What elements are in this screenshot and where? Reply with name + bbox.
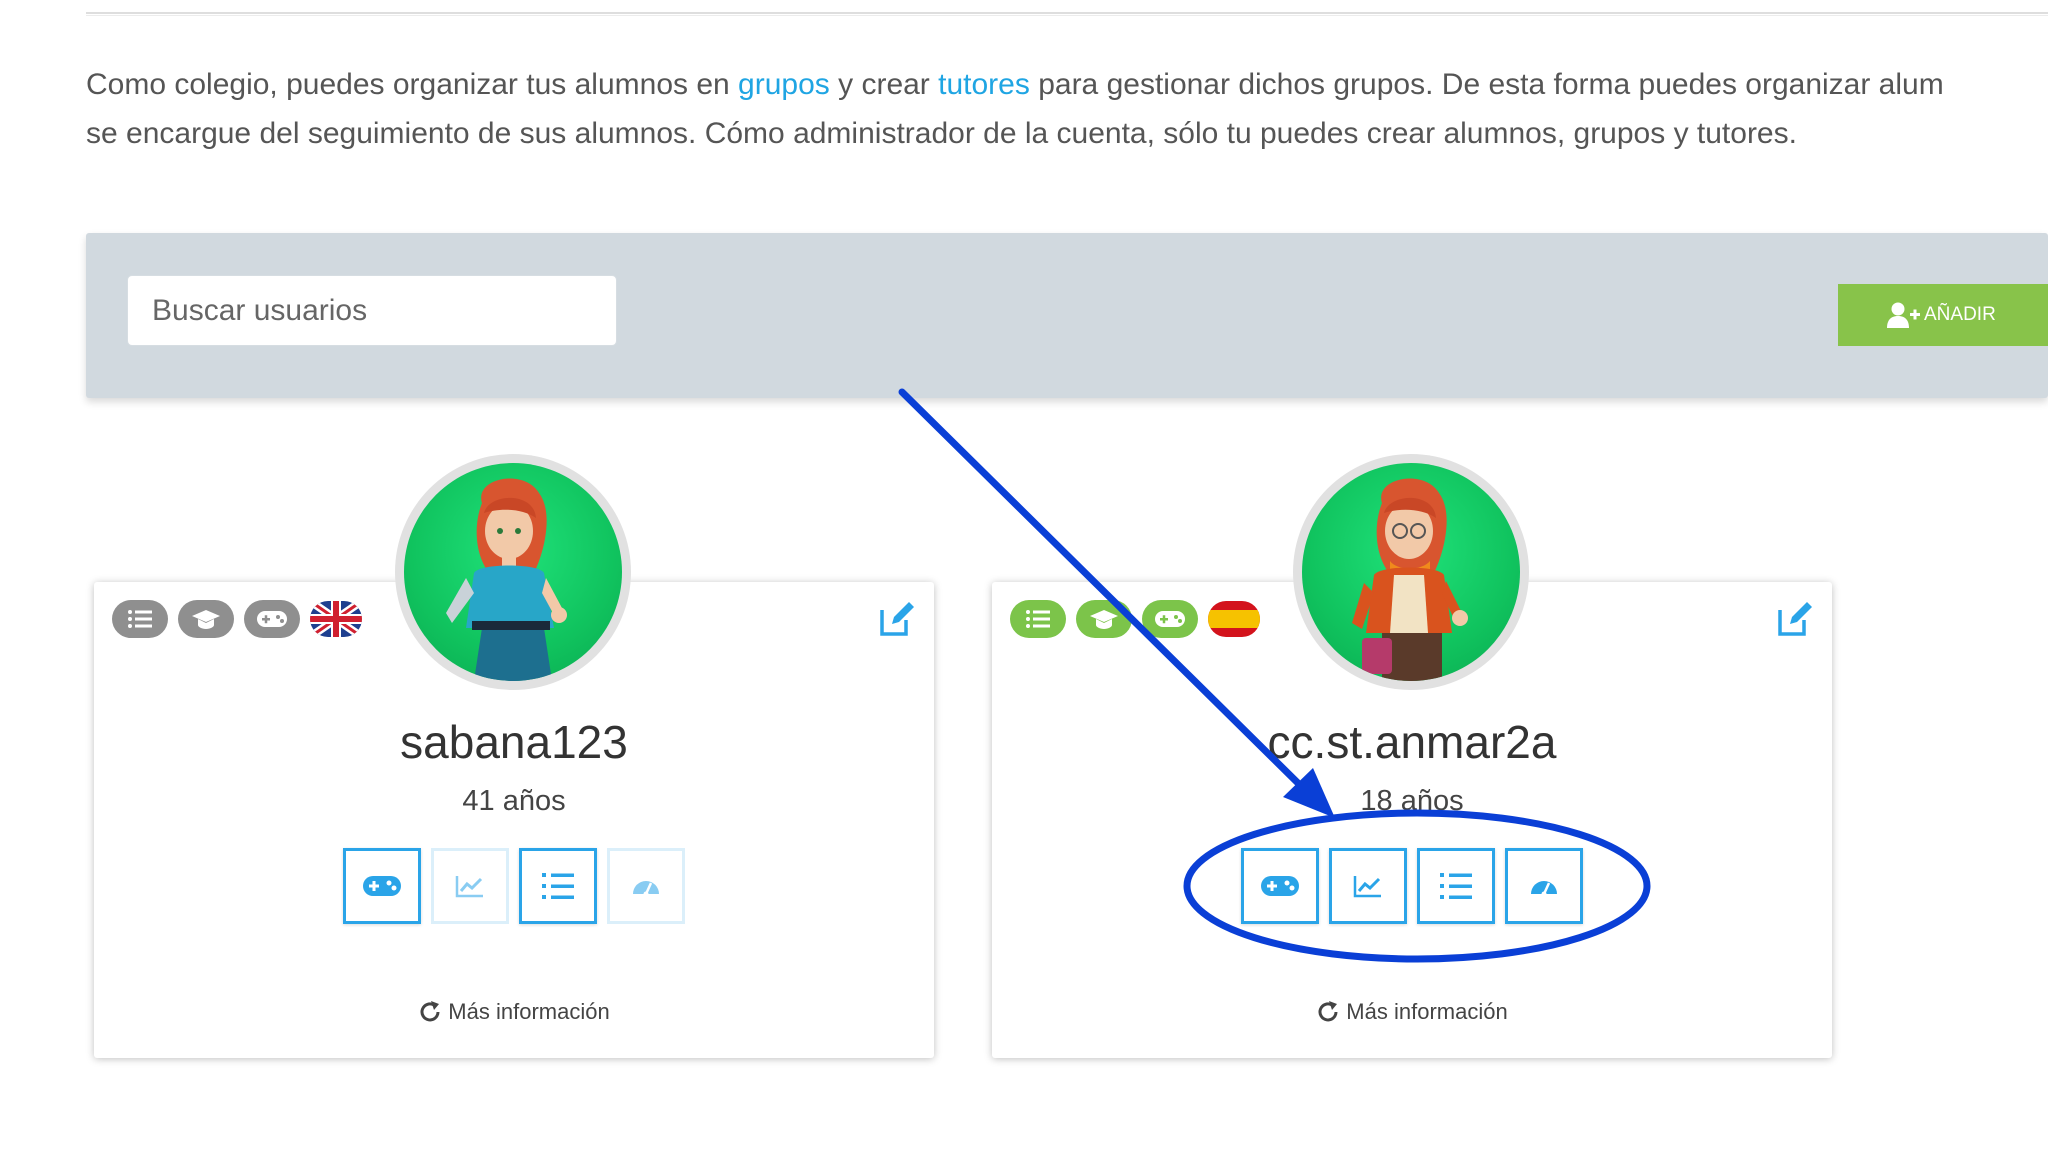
graduation-cap-icon (1090, 610, 1118, 629)
graduation-cap-icon (192, 610, 220, 629)
results-list-button[interactable] (1417, 848, 1495, 924)
edit-icon[interactable] (878, 600, 916, 638)
ordered-list-icon (1440, 873, 1472, 899)
gamepad-icon (1261, 876, 1299, 896)
progress-chart-button[interactable] (1329, 848, 1407, 924)
user-actions (94, 848, 934, 924)
user-badges (1010, 600, 1260, 638)
graduation-badge (178, 600, 234, 638)
gamepad-icon (1155, 611, 1185, 627)
user-age: 41 años (462, 785, 566, 817)
user-card: cc.st.anmar2a 18 años Más información (992, 454, 1832, 1058)
spain-flag-icon (1208, 601, 1260, 637)
list-badge (1010, 600, 1066, 638)
gamepad-icon (363, 876, 401, 896)
line-chart-icon (455, 876, 483, 898)
uk-flag-icon (310, 601, 362, 637)
avatar (395, 454, 631, 690)
username: sabana123 (400, 716, 628, 768)
intro-text: Como colegio, puedes organizar tus alumn… (86, 60, 2048, 158)
avatar (1293, 454, 1529, 690)
more-info-label: Más información (448, 999, 610, 1024)
results-list-button[interactable] (519, 848, 597, 924)
game-badge (244, 600, 300, 638)
character-avatar-image (1352, 478, 1468, 681)
add-user-label: AÑADIR (1924, 304, 1996, 325)
line-chart-icon (1353, 876, 1381, 898)
gamepad-icon (257, 611, 287, 627)
graduation-badge (1076, 600, 1132, 638)
games-button[interactable] (343, 848, 421, 924)
username: cc.st.anmar2a (1267, 716, 1557, 768)
user-badges (112, 600, 362, 638)
progress-chart-button[interactable] (431, 848, 509, 924)
list-icon (1026, 610, 1050, 628)
more-info-link[interactable]: Más información (992, 999, 1832, 1025)
user-card: sabana123 41 años Más información (94, 454, 934, 1058)
refresh-icon (1318, 1001, 1338, 1022)
tutors-link[interactable]: tutores (938, 68, 1030, 101)
more-info-link[interactable]: Más información (94, 999, 934, 1025)
add-user-icon (1887, 302, 1920, 328)
game-badge (1142, 600, 1198, 638)
speedometer-icon (633, 881, 659, 897)
user-actions (992, 848, 1832, 924)
refresh-icon (420, 1001, 440, 1022)
games-button[interactable] (1241, 848, 1319, 924)
user-toolbar: AÑADIR (86, 233, 2048, 398)
list-icon (128, 610, 152, 628)
dashboard-button[interactable] (1505, 848, 1583, 924)
intro-line-2: se encargue del seguimiento de sus alumn… (86, 117, 1797, 150)
user-age: 18 años (1360, 785, 1464, 817)
search-users-input[interactable] (127, 275, 617, 346)
top-divider (86, 12, 2048, 16)
add-user-button[interactable]: AÑADIR (1838, 284, 2048, 346)
list-badge (112, 600, 168, 638)
intro-line-1: Como colegio, puedes organizar tus alumn… (86, 68, 1944, 101)
edit-icon[interactable] (1776, 600, 1814, 638)
more-info-label: Más información (1346, 999, 1508, 1024)
groups-link[interactable]: grupos (738, 68, 830, 101)
speedometer-icon (1531, 881, 1557, 897)
ordered-list-icon (542, 873, 574, 899)
character-avatar-image (446, 478, 567, 681)
dashboard-button[interactable] (607, 848, 685, 924)
